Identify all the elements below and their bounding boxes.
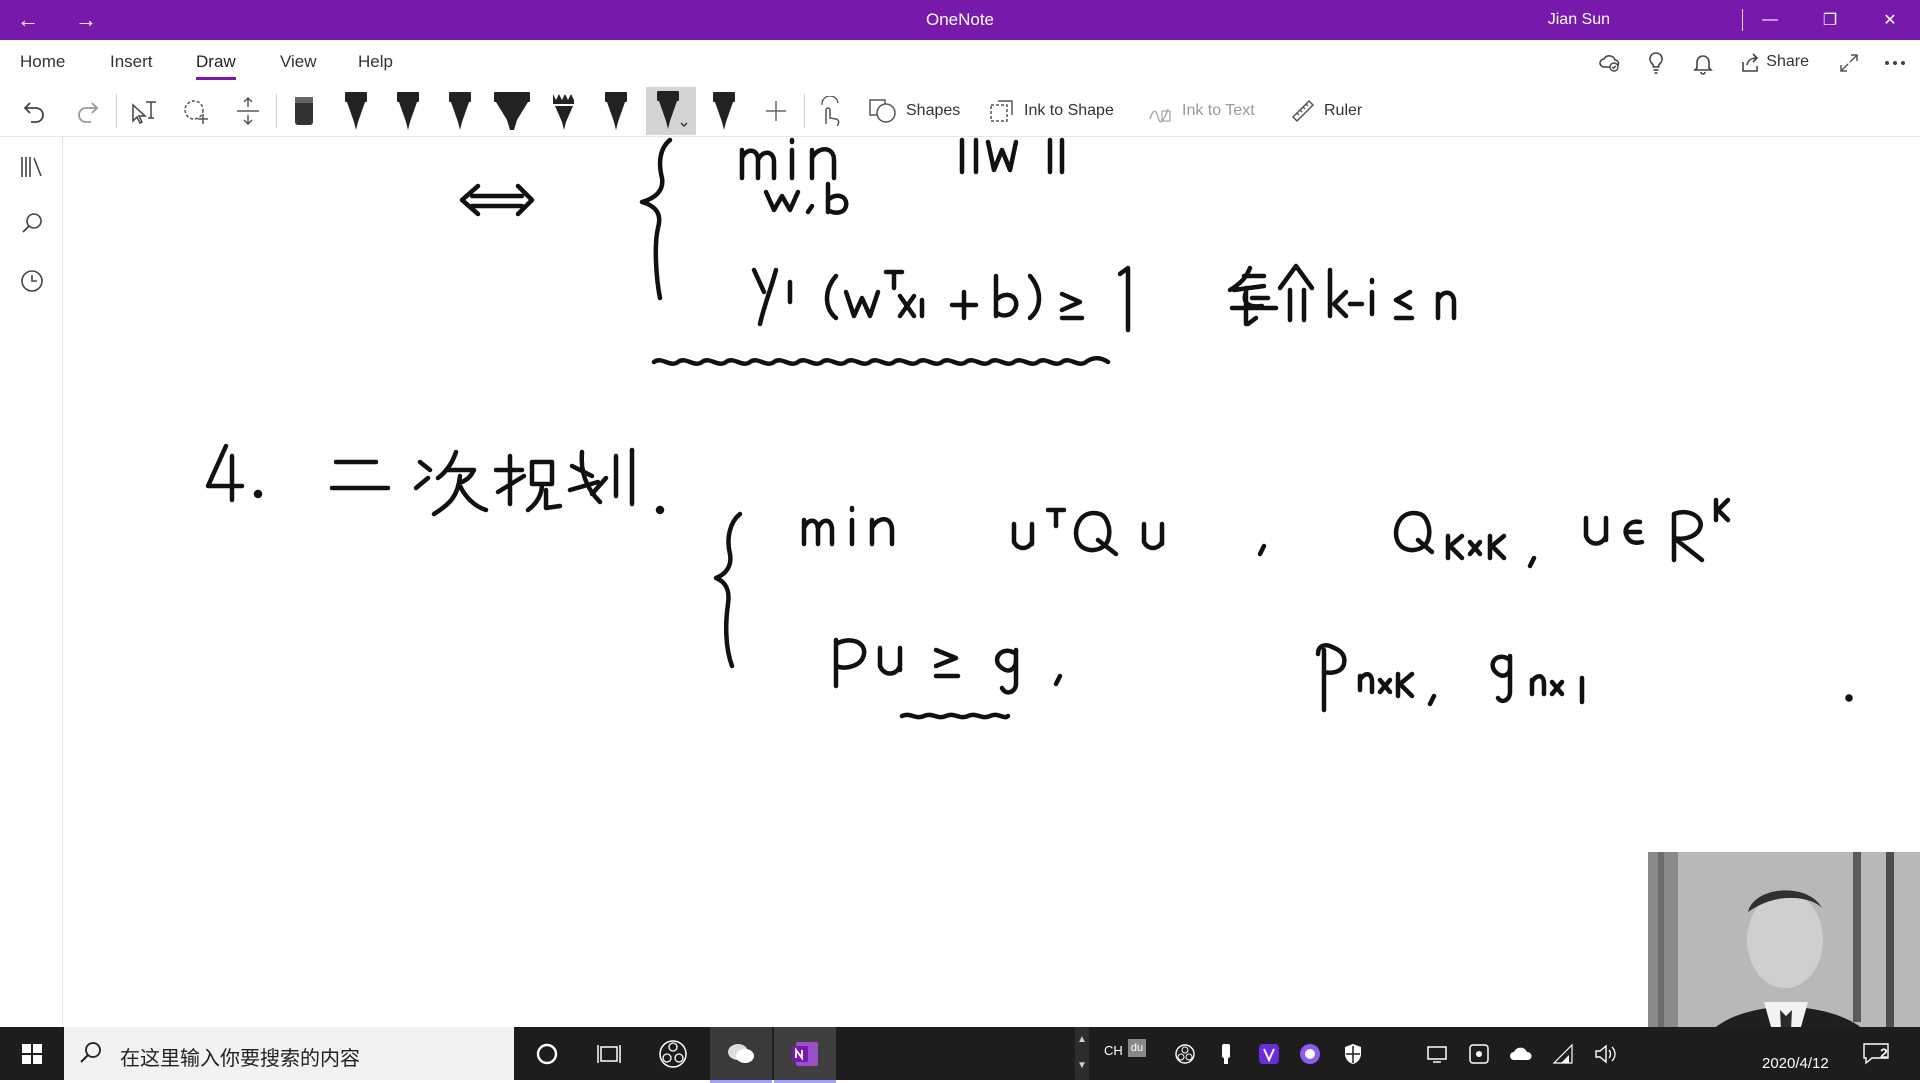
shapes-label: Shapes [906, 102, 961, 119]
ink-brace-bottom [713, 511, 743, 669]
wechat-taskbar-button[interactable] [710, 1027, 772, 1083]
pen-tool-1[interactable] [334, 87, 378, 135]
ink-to-shape-button[interactable]: Ink to Shape [988, 94, 1114, 128]
handwritten-ink [205, 137, 1853, 720]
tray-usb-icon[interactable] [1209, 1037, 1243, 1071]
tab-help[interactable]: Help [358, 52, 393, 72]
windows-start-icon[interactable] [15, 1037, 49, 1071]
add-space-icon[interactable] [230, 94, 266, 128]
ink-to-shape-label: Ink to Shape [1024, 102, 1114, 119]
wechat-icon [724, 1037, 758, 1071]
close-icon[interactable]: ✕ [1860, 0, 1920, 40]
more-options-icon[interactable] [1882, 50, 1908, 76]
ink-wavy-underline-bottom [899, 712, 1011, 720]
onenote-taskbar-button[interactable] [774, 1027, 836, 1083]
toolbar-divider [116, 94, 117, 128]
pen-tool-selected[interactable] [646, 87, 696, 135]
add-pen-icon[interactable] [758, 94, 794, 128]
tray-wifi-icon[interactable] [1546, 1037, 1580, 1071]
pen-tool-2[interactable] [386, 87, 430, 135]
sync-status-icon[interactable] [1597, 50, 1623, 76]
pen-tool-5[interactable] [702, 87, 746, 135]
ink-for-each-index [1227, 263, 1457, 327]
ink-constraint-pu-q [833, 637, 1063, 695]
left-navigation-rail [0, 137, 63, 1027]
tray-remote-icon[interactable] [1420, 1037, 1454, 1071]
tray-security-shield-icon[interactable] [1336, 1037, 1370, 1071]
ink-min-wb-norm [739, 137, 1065, 215]
ink-to-text-button[interactable]: Ink to Text [1146, 94, 1255, 128]
ink-dimensions-p-q [1315, 643, 1585, 713]
ink-to-text-label: Ink to Text [1182, 102, 1255, 119]
fullscreen-icon[interactable] [1836, 50, 1862, 76]
lightbulb-icon[interactable] [1643, 50, 1669, 76]
ink-min-objective [801, 505, 1267, 557]
ruler-label: Ruler [1324, 102, 1363, 119]
notebooks-icon[interactable] [18, 153, 46, 181]
cortana-icon[interactable] [530, 1037, 564, 1071]
taskbar-date[interactable]: 2020/4/12 [1762, 1055, 1829, 1072]
ink-equivalence-symbol [459, 183, 535, 217]
lasso-select-icon[interactable] [178, 94, 214, 128]
eraser-icon[interactable] [282, 87, 326, 135]
tab-home[interactable]: Home [20, 52, 65, 72]
tab-insert[interactable]: Insert [110, 52, 153, 72]
minimize-icon[interactable]: — [1740, 0, 1800, 40]
redo-icon[interactable] [70, 94, 104, 128]
touch-draw-icon[interactable] [812, 94, 848, 128]
ruler-button[interactable]: Ruler [1290, 94, 1362, 128]
share-icon[interactable] [1737, 50, 1763, 76]
ink-brace-top [639, 137, 673, 301]
notification-count-badge: 2 [1880, 1045, 1888, 1061]
ime-language-indicator[interactable]: CH [1104, 1043, 1123, 1058]
ink-dimensions-q-u [1393, 497, 1731, 569]
ink-stray-dot [1845, 694, 1853, 702]
shapes-button[interactable]: Shapes [868, 94, 960, 128]
tray-obs-icon[interactable] [1168, 1037, 1202, 1071]
toolbar-divider [276, 94, 277, 128]
type-select-icon[interactable] [126, 94, 162, 128]
ink-heading-4-quadratic-programming [205, 443, 665, 517]
search-icon [74, 1036, 108, 1070]
tray-network-app-icon[interactable] [1462, 1037, 1496, 1071]
highlighter-tool[interactable] [490, 87, 534, 135]
ribbon-tabs: Home Insert Draw View Help Share [0, 40, 1920, 84]
obs-app-icon[interactable] [656, 1037, 690, 1071]
ink-constraint-svm [751, 265, 1131, 333]
user-name[interactable]: Jian Sun [1548, 0, 1610, 40]
tray-app-icon[interactable] [1293, 1037, 1327, 1071]
title-bar: ← → OneNote Jian Sun — ❐ ✕ [0, 0, 1920, 40]
recent-clock-icon[interactable] [18, 267, 46, 295]
note-canvas[interactable] [63, 137, 1920, 1027]
action-center-icon[interactable]: 2 [1862, 1041, 1896, 1065]
tray-volume-icon[interactable] [1588, 1037, 1622, 1071]
search-icon[interactable] [18, 209, 46, 237]
notification-bell-icon[interactable] [1690, 50, 1716, 76]
tray-onedrive-icon[interactable] [1504, 1037, 1538, 1071]
pencil-tool[interactable] [542, 87, 586, 135]
ime-mode-indicator[interactable]: du [1128, 1039, 1146, 1057]
window-title: OneNote [925, 10, 995, 29]
tray-vpn-icon[interactable] [1252, 1037, 1286, 1071]
windows-taskbar: 在这里输入你要搜索的内容 ▲ ▼ CH du 2020/4/12 2 [0, 1027, 1920, 1083]
ink-wavy-underline-top [651, 356, 1111, 366]
tab-draw[interactable]: Draw [196, 52, 236, 80]
tab-view[interactable]: View [280, 52, 317, 72]
taskbar-scroll-arrows[interactable]: ▲ ▼ [1075, 1027, 1089, 1080]
share-button[interactable]: Share [1766, 53, 1809, 71]
onenote-app-icon [788, 1037, 822, 1071]
task-view-icon[interactable] [592, 1037, 626, 1071]
pen-tool-3[interactable] [438, 87, 482, 135]
restore-icon[interactable]: ❐ [1800, 0, 1860, 40]
taskbar-search-box[interactable]: 在这里输入你要搜索的内容 [64, 1027, 514, 1080]
pen-tool-4[interactable] [594, 87, 638, 135]
toolbar-divider [804, 94, 805, 128]
undo-icon[interactable] [18, 94, 52, 128]
draw-toolbar: Shapes Ink to Shape Ink to Text Ruler [0, 84, 1920, 137]
search-placeholder: 在这里输入你要搜索的内容 [120, 1048, 360, 1070]
